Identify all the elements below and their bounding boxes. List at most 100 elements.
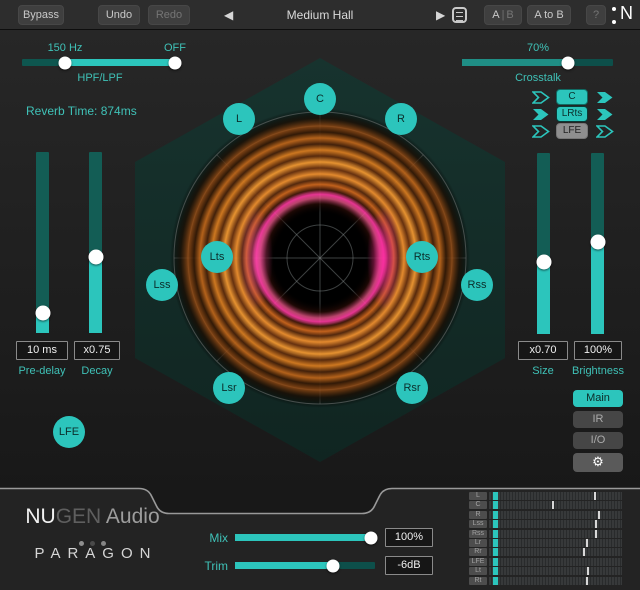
preset-list-icon[interactable] <box>452 7 467 23</box>
route-in-c-chevron-icon[interactable] <box>532 91 550 104</box>
view-main-button[interactable]: Main <box>573 390 623 407</box>
peak-marker <box>586 577 588 585</box>
brightness-label: Brightness <box>566 365 630 377</box>
route-c-button[interactable]: C <box>556 89 588 105</box>
peak-marker <box>583 548 585 556</box>
route-in-lfe-chevron-icon[interactable] <box>532 125 550 138</box>
trim-slider[interactable] <box>235 562 375 569</box>
meter-bar <box>489 520 622 528</box>
undo-button[interactable]: Undo <box>98 5 140 25</box>
top-toolbar: Bypass Undo Redo ◀ Medium Hall ▶ A|B A t… <box>0 0 640 30</box>
preset-name[interactable]: Medium Hall <box>245 0 395 30</box>
predelay-value-box[interactable]: 10 ms <box>16 341 68 360</box>
route-out-lrts-chevron-icon[interactable] <box>596 108 614 121</box>
brightness-value-box[interactable]: 100% <box>574 341 622 360</box>
bypass-button[interactable]: Bypass <box>18 5 64 25</box>
hpf-lpf-label: HPF/LPF <box>50 72 150 84</box>
meter-bar <box>489 511 622 519</box>
view-io-button[interactable]: I/O <box>573 432 623 449</box>
gear-icon: ⚙ <box>592 454 604 469</box>
next-preset-icon[interactable]: ▶ <box>436 0 445 30</box>
crosstalk-slider[interactable] <box>462 59 613 66</box>
size-value-box[interactable]: x0.70 <box>518 341 568 360</box>
lpf-handle[interactable] <box>169 56 182 69</box>
predelay-handle[interactable] <box>35 306 50 321</box>
size-slider[interactable] <box>537 153 550 334</box>
nugen-logo: N <box>612 3 638 27</box>
size-handle[interactable] <box>536 254 551 269</box>
meter-row-lfe: LFE <box>469 558 622 566</box>
a-to-b-button[interactable]: A to B <box>527 5 571 25</box>
reverb-time-readout: Reverb Time: 874ms <box>26 104 186 118</box>
meter-bar <box>489 501 622 509</box>
hpf-lpf-slider[interactable] <box>22 59 180 66</box>
channel-node-lts[interactable]: Lts <box>201 241 233 273</box>
mix-slider[interactable] <box>235 534 375 541</box>
meter-bar <box>489 548 622 556</box>
meter-row-lr: Lr <box>469 539 622 547</box>
meter-row-l: L <box>469 492 622 500</box>
channel-node-l[interactable]: L <box>223 103 255 135</box>
nugen-logo-dots-icon <box>612 7 617 24</box>
ab-compare-button[interactable]: A|B <box>484 5 522 25</box>
route-lrts-button[interactable]: LRts <box>556 106 588 122</box>
brand-dots-icon <box>0 533 185 539</box>
nugen-logo-n: N <box>620 3 633 24</box>
channel-node-lsr[interactable]: Lsr <box>213 372 245 404</box>
settings-gear-button[interactable]: ⚙ <box>573 453 623 472</box>
route-out-lfe-chevron-icon[interactable] <box>596 125 614 138</box>
mix-value-box[interactable]: 100% <box>385 528 433 547</box>
peak-marker <box>587 567 589 575</box>
decay-slider[interactable] <box>89 152 102 333</box>
peak-marker <box>586 539 588 547</box>
route-lfe-button[interactable]: LFE <box>556 123 588 139</box>
peak-marker <box>595 530 597 538</box>
meter-row-rt: Rt <box>469 577 622 585</box>
redo-button[interactable]: Redo <box>148 5 190 25</box>
crosstalk-label: Crosstalk <box>488 72 588 84</box>
brightness-handle[interactable] <box>590 234 605 249</box>
help-button[interactable]: ? <box>586 5 606 25</box>
decay-value-box[interactable]: x0.75 <box>74 341 120 360</box>
meter-row-rss: Rss <box>469 530 622 538</box>
mix-handle[interactable] <box>364 531 377 544</box>
route-in-lrts-chevron-icon[interactable] <box>532 108 550 121</box>
channel-node-rsr[interactable]: Rsr <box>396 372 428 404</box>
predelay-label: Pre-delay <box>12 365 72 377</box>
meter-row-r: R <box>469 511 622 519</box>
meter-bar <box>489 539 622 547</box>
channel-node-rts[interactable]: Rts <box>406 241 438 273</box>
predelay-slider[interactable] <box>36 152 49 333</box>
peak-marker <box>594 492 596 500</box>
trim-handle[interactable] <box>327 559 340 572</box>
meter-bar <box>489 567 622 575</box>
meter-bar <box>489 577 622 585</box>
previous-preset-icon[interactable]: ◀ <box>224 0 233 30</box>
decay-label: Decay <box>72 365 122 377</box>
brightness-slider[interactable] <box>591 153 604 334</box>
lpf-value: OFF <box>150 42 200 54</box>
hpf-value: 150 Hz <box>35 42 95 54</box>
decay-handle[interactable] <box>88 249 103 264</box>
channel-node-r[interactable]: R <box>385 103 417 135</box>
channel-node-lss[interactable]: Lss <box>146 269 178 301</box>
paragon-plugin-window: Bypass Undo Redo ◀ Medium Hall ▶ A|B A t… <box>0 0 640 590</box>
trim-value-box[interactable]: -6dB <box>385 556 433 575</box>
channel-node-lfe[interactable]: LFE <box>53 416 85 448</box>
ab-a-label: A <box>492 9 499 21</box>
peak-marker <box>598 511 600 519</box>
channel-node-rss[interactable]: Rss <box>461 269 493 301</box>
product-name: PARAGON <box>0 545 185 562</box>
crosstalk-value: 70% <box>508 42 568 54</box>
hpf-handle[interactable] <box>58 56 71 69</box>
route-out-c-chevron-icon[interactable] <box>596 91 614 104</box>
meter-bar <box>489 492 622 500</box>
crosstalk-handle[interactable] <box>561 56 574 69</box>
meter-row-lt: Lt <box>469 567 622 575</box>
meter-bar <box>489 530 622 538</box>
view-ir-button[interactable]: IR <box>573 411 623 428</box>
size-label: Size <box>518 365 568 377</box>
peak-marker <box>552 501 554 509</box>
channel-node-c[interactable]: C <box>304 83 336 115</box>
meter-bar <box>489 558 622 566</box>
